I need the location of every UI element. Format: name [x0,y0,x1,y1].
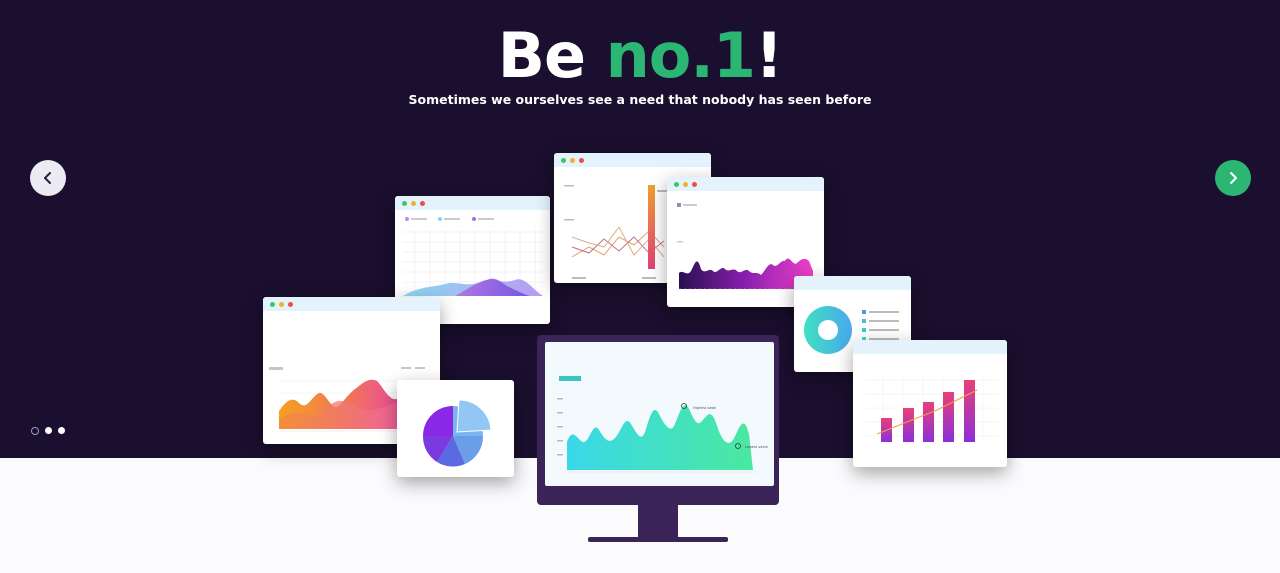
monitor-stand-base [588,537,728,542]
monitor-wave-chart-illustration: Highest peak Lowest value [557,376,768,473]
bar-chart-window [853,340,1007,467]
monitor-stand-neck [638,505,678,539]
carousel-next-button[interactable] [1215,160,1251,196]
pie-chart-window [397,380,514,477]
carousel-dots [31,427,65,435]
chevron-right-icon [1230,172,1237,184]
monitor-peak-label: Highest peak [693,406,717,410]
title-end: ! [755,19,783,92]
carousel-prev-button[interactable] [30,160,66,196]
carousel-dot-2[interactable] [45,427,52,434]
carousel-dot-1[interactable] [31,427,39,435]
hero-title: Be no.1! [0,20,1280,92]
hero-subtitle: Sometimes we ourselves see a need that n… [408,92,872,107]
chevron-left-icon [44,172,51,184]
pie-chart-illustration [422,399,492,467]
monitor-low-label: Lowest value [745,445,768,449]
bar-chart-illustration [865,376,999,442]
carousel-dot-3[interactable] [58,427,65,434]
monitor-screen: Highest peak Lowest value [545,342,774,486]
title-highlight: no.1 [605,19,756,92]
title-main: Be [497,19,606,92]
